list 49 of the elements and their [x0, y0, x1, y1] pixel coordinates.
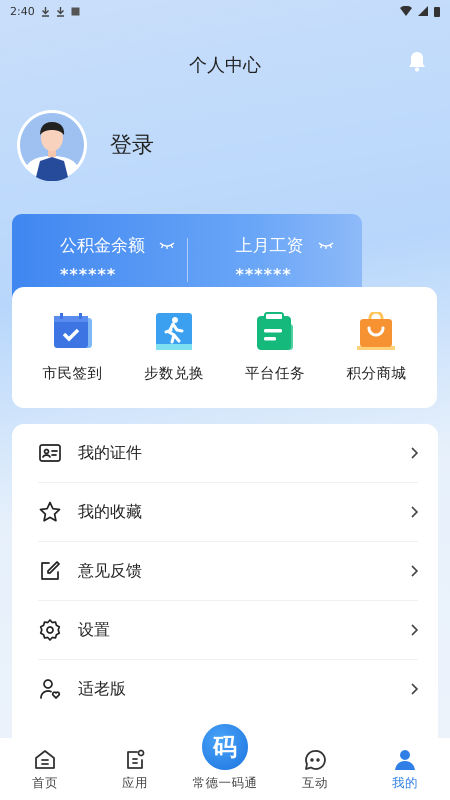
image-icon	[70, 6, 80, 16]
balance-value: ******	[236, 265, 293, 284]
quick-action[interactable]: 步数兑换	[123, 287, 224, 408]
chat-bubble-icon	[303, 748, 327, 772]
chevron-right-icon	[410, 506, 418, 518]
edit-icon	[38, 559, 62, 583]
download-icon	[56, 6, 65, 16]
balance-label: 公积金余额	[60, 235, 145, 257]
person-heart-icon	[38, 677, 62, 701]
walking-person-icon	[154, 312, 193, 352]
wifi-icon	[400, 6, 412, 16]
chevron-right-icon	[410, 565, 418, 577]
page-title: 个人中心	[189, 54, 261, 77]
chevron-right-icon	[410, 683, 418, 695]
home-icon	[33, 748, 57, 772]
star-icon	[38, 500, 62, 524]
balance-value: ******	[60, 265, 118, 284]
menu-item[interactable]: 我的收藏	[38, 483, 418, 542]
id-card-icon	[38, 441, 62, 465]
signal-icon	[418, 6, 428, 16]
eye-closed-icon[interactable]	[159, 242, 175, 250]
shopping-bag-icon	[357, 312, 396, 352]
chevron-right-icon	[410, 447, 418, 459]
quick-action[interactable]: 积分商城	[326, 287, 427, 408]
login-link[interactable]: 登录	[110, 130, 154, 160]
nav-tab[interactable]: 互动	[270, 738, 360, 800]
chevron-right-icon	[410, 624, 418, 636]
menu-item[interactable]: 我的证件	[38, 424, 418, 483]
nav-tab[interactable]: 我的	[360, 738, 450, 800]
nav-tab[interactable]: 应用	[90, 738, 180, 800]
menu-label: 适老版	[78, 678, 127, 700]
menu-label: 我的收藏	[78, 502, 143, 522]
download-icon	[40, 6, 50, 16]
settings-icon	[38, 618, 62, 642]
battery-icon	[434, 6, 440, 16]
quick-action[interactable]: 市民签到	[22, 287, 124, 408]
quick-action[interactable]: 平台任务	[224, 287, 326, 408]
balance-label: 上月工资	[236, 235, 304, 257]
menu-label: 我的证件	[78, 442, 143, 464]
menu-item[interactable]: 意见反馈	[38, 542, 418, 601]
eye-closed-icon[interactable]	[318, 242, 334, 250]
menu-label: 意见反馈	[78, 560, 143, 582]
menu-item[interactable]: 设置	[38, 601, 418, 660]
nav-tab[interactable]: 首页	[0, 738, 90, 800]
menu-label: 设置	[78, 620, 111, 640]
avatar[interactable]	[16, 109, 88, 181]
status-time: 2:40	[10, 4, 35, 18]
clipboard-icon	[255, 312, 296, 352]
person-icon	[393, 748, 417, 772]
